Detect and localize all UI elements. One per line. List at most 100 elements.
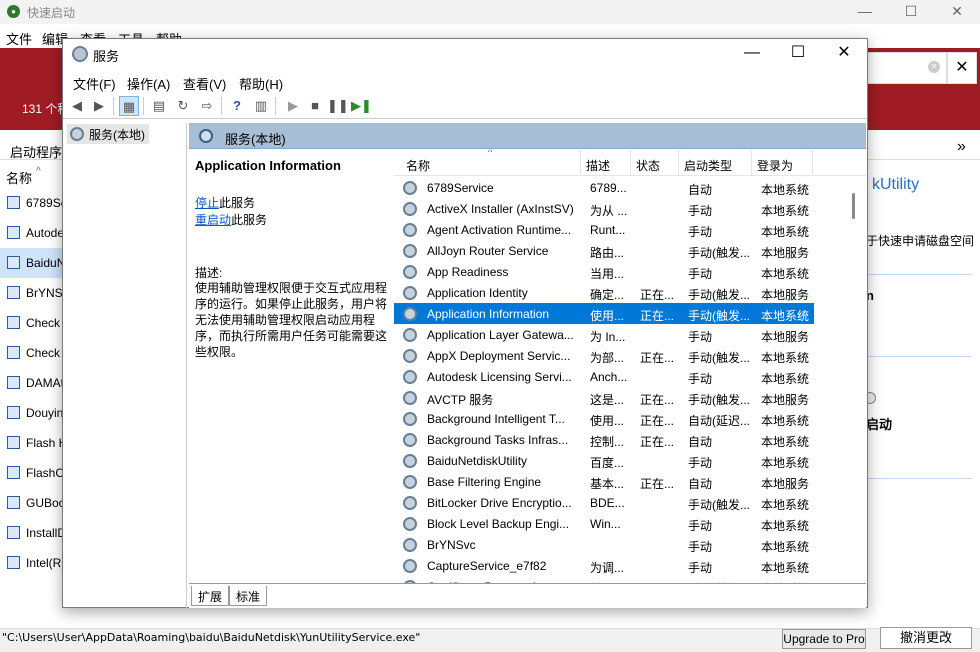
list-item[interactable]: GUBoot: [0, 488, 64, 518]
maximize-icon[interactable]: ☐: [775, 39, 821, 69]
table-row[interactable]: BrYNSvc 手动 本地系统: [394, 534, 814, 555]
table-row[interactable]: BitLocker Drive Encryptio... BDE... 手动(触发.…: [394, 492, 814, 513]
console-view-icon[interactable]: ▥: [251, 96, 271, 116]
list-item[interactable]: Check P: [0, 308, 64, 338]
help-icon[interactable]: ?: [227, 96, 247, 116]
minimize-icon[interactable]: —: [729, 39, 775, 69]
vertical-scrollbar[interactable]: [842, 177, 866, 583]
list-item[interactable]: Autode: [0, 218, 64, 248]
list-item[interactable]: BrYNSvc: [0, 278, 64, 308]
list-item[interactable]: 6789Se: [0, 188, 64, 218]
tree-item-services-local[interactable]: 服务(本地): [67, 124, 149, 144]
list-item[interactable]: BaiduNe: [0, 248, 64, 278]
table-row[interactable]: Base Filtering Engine 基本... 正在... 自动 本地服务: [394, 471, 814, 492]
clear-search-icon[interactable]: ✕: [928, 61, 940, 73]
service-status: 正在...: [640, 477, 675, 491]
gear-icon: [403, 517, 417, 531]
table-row[interactable]: AppX Deployment Servic... 为部... 正在... 手动(触发…: [394, 345, 814, 366]
table-row[interactable]: Autodesk Licensing Servi... Anch... 手动 本地系统: [394, 366, 814, 387]
background-detail-panel: kUtility 于快速申请磁盘空间 n 启动: [864, 160, 980, 620]
back-arrow-icon[interactable]: ◀: [67, 96, 87, 116]
table-row[interactable]: Background Tasks Infras... 控制... 正在... 自动 本地…: [394, 429, 814, 450]
table-row[interactable]: Agent Activation Runtime... Runt... 手动 本地系统: [394, 219, 814, 240]
table-row[interactable]: Application Identity 确定... 正在... 手动(触发... 本地…: [394, 282, 814, 303]
program-icon: [7, 376, 20, 389]
table-row[interactable]: App Readiness 当用... 手动 本地系统: [394, 261, 814, 282]
play-icon[interactable]: ▶: [283, 96, 303, 116]
column-divider[interactable]: [678, 150, 679, 176]
refresh-icon[interactable]: ↻: [173, 96, 193, 116]
table-row[interactable]: 6789Service 6789... 自动 本地系统: [394, 177, 814, 198]
column-startup-type[interactable]: 启动类型: [684, 157, 732, 174]
close-icon[interactable]: ✕: [934, 0, 980, 24]
table-row[interactable]: Application Layer Gatewa... 为 In... 手动 本地服务: [394, 324, 814, 345]
list-item[interactable]: Intel(R): [0, 548, 64, 578]
list-item[interactable]: DAMAtr: [0, 368, 64, 398]
list-item[interactable]: Flash H: [0, 428, 64, 458]
forward-arrow-icon[interactable]: ▶: [89, 96, 109, 116]
stop-service-link[interactable]: 停止: [195, 196, 219, 210]
table-row[interactable]: Background Intelligent T... 使用... 正在... 自动(…: [394, 408, 814, 429]
restart-service-link[interactable]: 重启动: [195, 213, 231, 227]
service-name: Autodesk Licensing Servi...: [427, 370, 572, 384]
pause-icon[interactable]: ❚❚: [327, 96, 349, 116]
table-row[interactable]: AllJoyn Router Service 路由... 手动(触发... 本地服务: [394, 240, 814, 261]
column-description[interactable]: 描述: [586, 157, 610, 174]
chevron-right-icon[interactable]: »: [957, 138, 966, 156]
program-icon: [7, 196, 20, 209]
column-status[interactable]: 状态: [636, 157, 660, 174]
table-row[interactable]: AVCTP 服务 这是... 正在... 手动(触发... 本地服务: [394, 387, 814, 408]
background-close-search-button[interactable]: ✕: [947, 52, 977, 84]
undo-changes-button[interactable]: 撤消更改: [880, 627, 972, 649]
divider: [866, 356, 972, 357]
list-item[interactable]: InstallD: [0, 518, 64, 548]
table-row[interactable]: Application Information 使用... 正在... 手动(触发..…: [394, 303, 814, 324]
service-desc: Anch...: [590, 370, 628, 384]
background-name-column[interactable]: 名称: [6, 168, 32, 187]
maximize-icon[interactable]: ☐: [888, 0, 934, 24]
column-name[interactable]: 名称: [406, 157, 430, 174]
stop-icon[interactable]: ■: [305, 96, 325, 116]
scrollbar-thumb[interactable]: [852, 193, 855, 219]
restart-icon[interactable]: ▶❚: [351, 96, 372, 116]
service-logon: 本地系统: [761, 540, 810, 554]
list-item[interactable]: Douyin: [0, 398, 64, 428]
table-row[interactable]: BaiduNetdiskUtility 百度... 手动 本地系统: [394, 450, 814, 471]
column-divider[interactable]: [580, 150, 581, 176]
program-icon: [7, 556, 20, 569]
menu-action[interactable]: 操作(A): [127, 74, 170, 93]
gear-icon: [403, 412, 417, 426]
gear-icon: [403, 475, 417, 489]
gear-icon: [403, 307, 417, 321]
list-item[interactable]: FlashCe: [0, 458, 64, 488]
close-icon[interactable]: ✕: [821, 39, 867, 69]
services-header: 服务(本地): [189, 123, 866, 149]
gear-icon: [403, 328, 417, 342]
table-row[interactable]: Block Level Backup Engi... Win... 手动 本地系统: [394, 513, 814, 534]
menu-help[interactable]: 帮助(H): [239, 74, 283, 93]
column-divider[interactable]: [812, 150, 813, 176]
table-row[interactable]: Certificate Propagation将用...手动(触发...本地系统: [394, 576, 814, 583]
background-search-input[interactable]: ✕: [865, 52, 947, 84]
tab-extended[interactable]: 扩展: [191, 586, 230, 606]
column-divider[interactable]: [630, 150, 631, 176]
bg-menu-file[interactable]: 文件: [6, 29, 32, 48]
properties-icon[interactable]: ▤: [149, 96, 169, 116]
table-row[interactable]: ActiveX Installer (AxInstSV) 为从 ... 手动 本地系统: [394, 198, 814, 219]
service-logon: 本地系统: [761, 414, 810, 428]
upgrade-to-pro-button[interactable]: Upgrade to Pro: [782, 629, 866, 649]
service-startup: 手动: [688, 267, 713, 281]
minimize-icon[interactable]: —: [842, 0, 888, 24]
export-list-icon[interactable]: ⇨: [197, 96, 217, 116]
menu-file[interactable]: 文件(F): [73, 74, 116, 93]
program-icon: [7, 256, 20, 269]
menu-view[interactable]: 查看(V): [183, 74, 226, 93]
tab-standard[interactable]: 标准: [229, 586, 268, 606]
show-hide-tree-icon[interactable]: ▦: [119, 96, 139, 116]
list-item[interactable]: Check P: [0, 338, 64, 368]
column-divider[interactable]: [751, 150, 752, 176]
service-logon: 本地服务: [761, 288, 810, 302]
column-log-on-as[interactable]: 登录为: [757, 157, 793, 174]
table-row[interactable]: CaptureService_e7f82 为调... 手动 本地系统: [394, 555, 814, 576]
service-name: Base Filtering Engine: [427, 475, 542, 489]
